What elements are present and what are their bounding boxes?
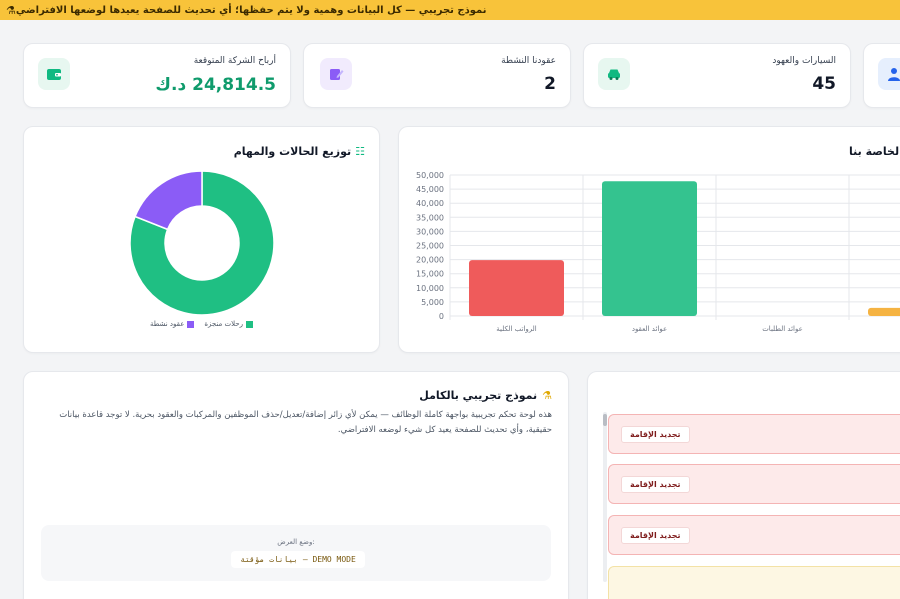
bar-chart: 0 5,000 10,000 15,000 20,000 25,000 30,000 35,0… — [416, 171, 900, 333]
flask-icon: ⚗ — [542, 389, 552, 402]
user-icon — [878, 58, 900, 90]
demo-banner: نموذج تجريبي — كل البيانات وهمية ولا يتم… — [0, 0, 900, 20]
task-row[interactable]: تجديد الإقامة — [608, 414, 900, 454]
panel-title: ☷توزيع الحالات والمهام — [233, 145, 365, 158]
stat-value: 45 — [812, 74, 836, 94]
contract-edit-icon — [320, 58, 352, 90]
stat-card-contracts: عقودنا النشطة 2 — [303, 43, 571, 108]
mode-box: وضع العرض: DEMO MODE — بيانات مؤقتة — [41, 525, 551, 581]
task-row-partial[interactable] — [608, 566, 900, 599]
car-icon — [598, 58, 630, 90]
legend-label: رحلات منجزة — [204, 320, 243, 328]
x-tick-label: عوائد الطلبات — [762, 325, 803, 333]
x-tick-label: الرواتب الكلية — [496, 325, 536, 333]
bar[interactable] — [469, 260, 564, 316]
y-tick-label: 30,000 — [416, 227, 444, 236]
y-tick-label: 45,000 — [416, 185, 444, 194]
mode-label: وضع العرض: — [277, 538, 315, 546]
donut-chart — [129, 170, 275, 316]
donut-slice[interactable] — [134, 170, 203, 231]
stat-value: 24,814.5 د.ك — [155, 75, 276, 95]
legend-item[interactable]: عقود نشطة — [150, 320, 195, 328]
y-tick-label: 20,000 — [416, 256, 444, 265]
list-check-icon: ☷ — [355, 145, 365, 158]
stat-label: السيارات والعهود — [772, 56, 836, 66]
panel-title: الخاصة بنا — [849, 145, 900, 158]
y-tick-label: 50,000 — [416, 171, 444, 180]
renew-residency-button[interactable]: تجديد الإقامة — [621, 426, 690, 443]
stat-value: 2 — [544, 74, 556, 94]
stat-card-users — [863, 43, 900, 108]
banner-text: نموذج تجريبي — كل البيانات وهمية ولا يتم… — [15, 4, 487, 16]
demo-description: هذه لوحة تحكم تجريبية بواجهة كاملة الوظا… — [59, 410, 552, 435]
legend-label: عقود نشطة — [150, 320, 185, 328]
task-row[interactable]: تجديد الإقامة — [608, 464, 900, 504]
y-tick-label: 10,000 — [416, 284, 444, 293]
legend-swatch — [245, 320, 253, 328]
bar[interactable] — [868, 307, 900, 316]
task-row[interactable]: تجديد الإقامة — [608, 515, 900, 555]
y-tick-label: 5,000 — [421, 298, 444, 307]
y-tick-label: 25,000 — [416, 242, 444, 251]
panel-title: ⚗نموذج تجريبي بالكامل — [419, 389, 552, 402]
y-tick-label: 40,000 — [416, 199, 444, 208]
flask-icon: ⚗ — [6, 3, 16, 17]
y-tick-label: 0 — [439, 312, 444, 321]
stat-label: عقودنا النشطة — [501, 56, 556, 66]
stat-card-profits: أرباح الشركة المتوقعة 24,814.5 د.ك — [23, 43, 291, 108]
stat-label: أرباح الشركة المتوقعة — [193, 56, 276, 66]
stat-card-cars: السيارات والعهود 45 — [583, 43, 851, 108]
legend-item[interactable]: رحلات منجزة — [204, 320, 253, 328]
renew-residency-button[interactable]: تجديد الإقامة — [621, 527, 690, 544]
wallet-icon — [38, 58, 70, 90]
bar[interactable] — [602, 181, 697, 316]
x-tick-label: عوائد العقود — [632, 325, 667, 333]
renew-residency-button[interactable]: تجديد الإقامة — [621, 476, 690, 493]
scrollbar-track[interactable] — [603, 412, 607, 582]
legend-swatch — [187, 320, 195, 328]
y-tick-label: 15,000 — [416, 270, 444, 279]
donut-legend: رحلات منجزة عقود نشطة — [150, 320, 253, 328]
y-tick-label: 35,000 — [416, 213, 444, 222]
scrollbar-thumb[interactable] — [603, 414, 607, 426]
mode-badge: DEMO MODE — بيانات مؤقتة — [231, 551, 365, 568]
